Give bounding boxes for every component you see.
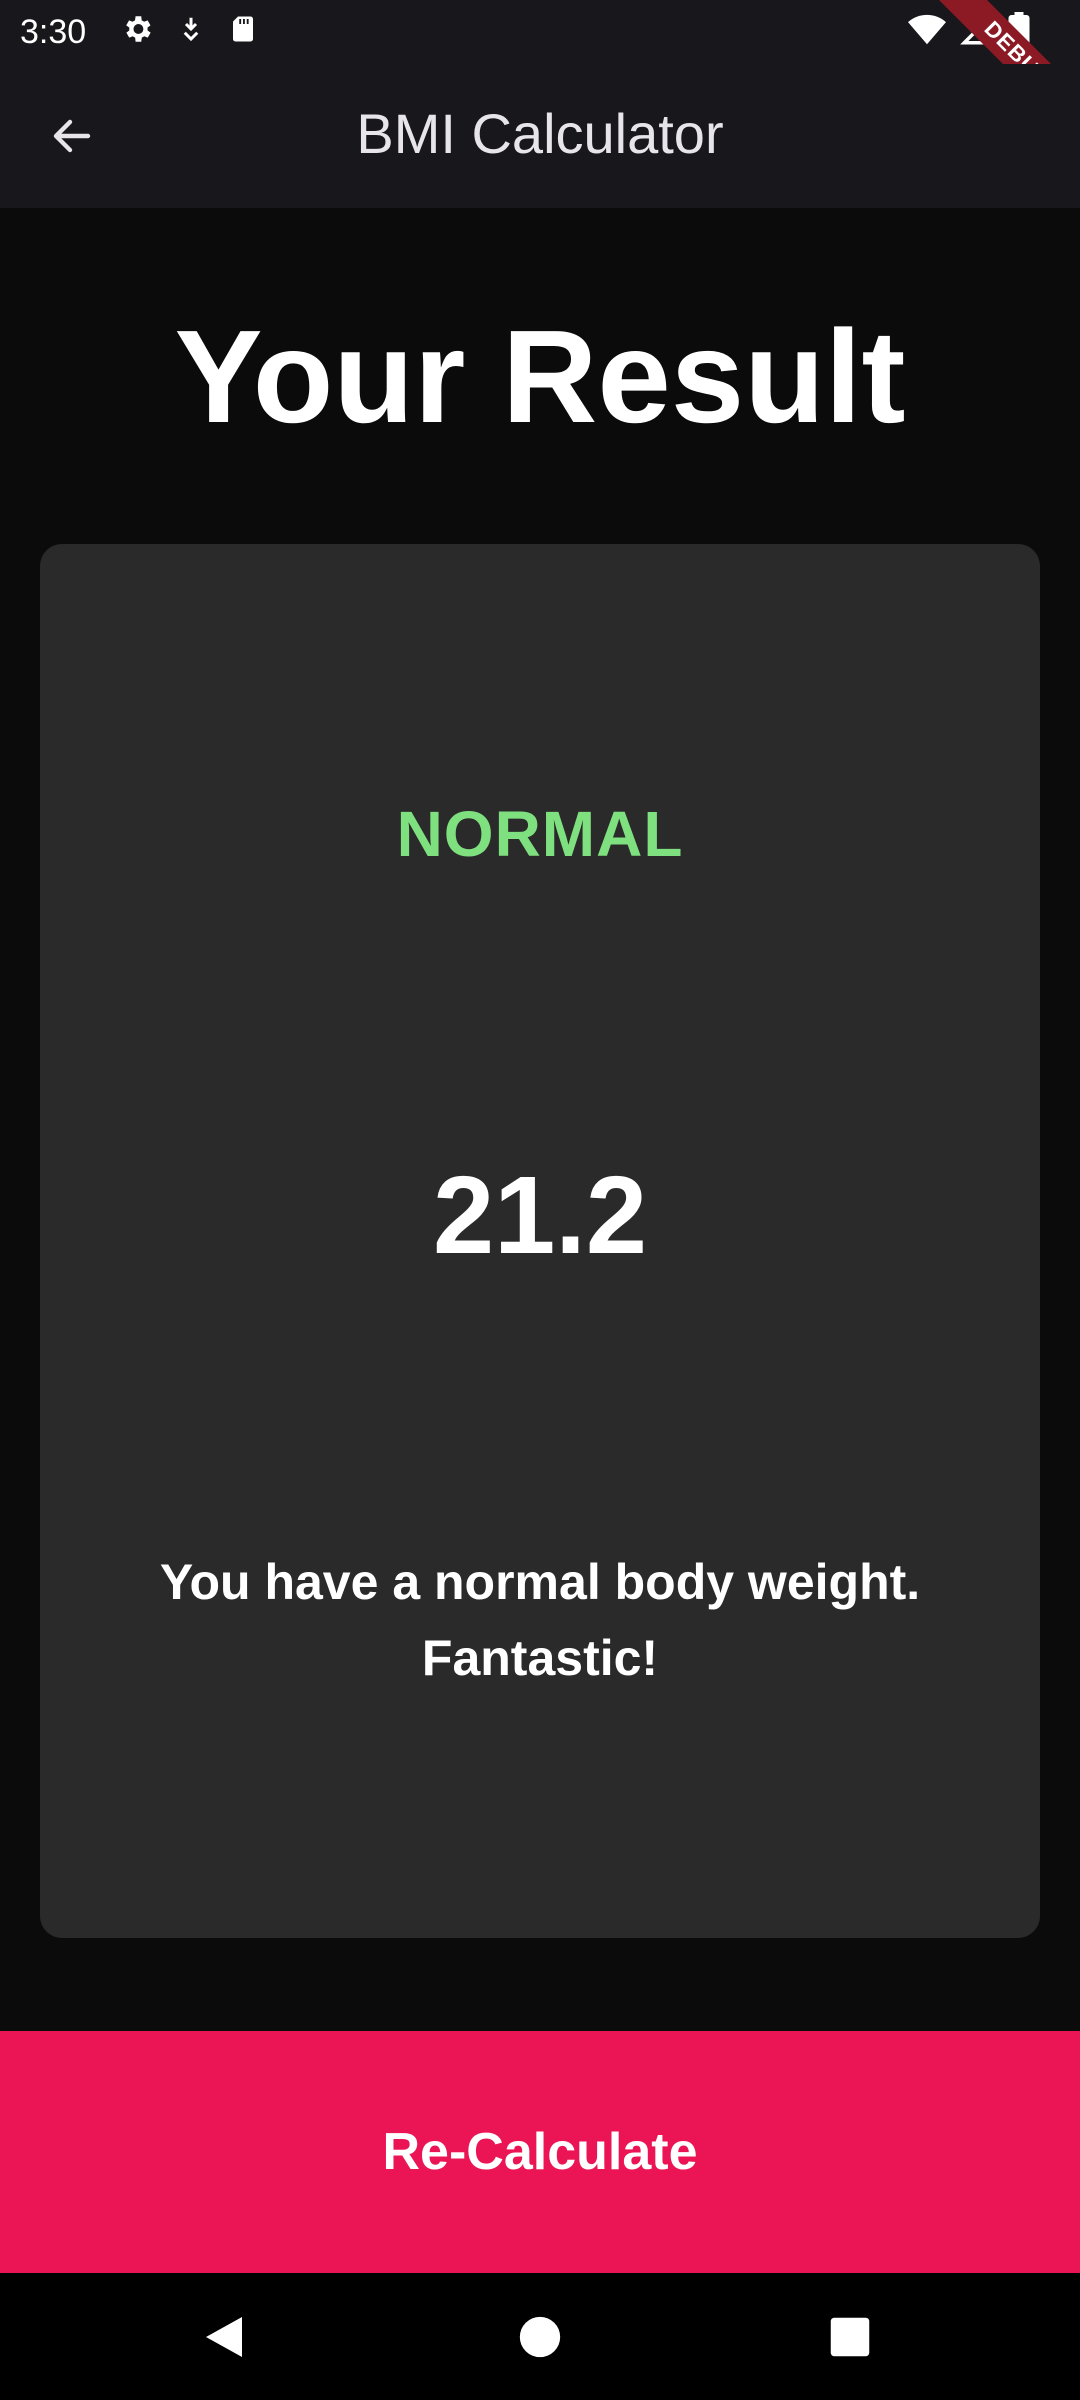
bmi-result-screen: 3:30 DEBUG BMI Calculator Your Result NO… xyxy=(0,0,1080,2400)
app-bar-title: BMI Calculator xyxy=(356,102,724,165)
bmi-status-label: NORMAL xyxy=(396,798,684,870)
status-icons-right xyxy=(908,12,1030,48)
page-title: Your Result xyxy=(174,303,906,450)
app-bar: BMI Calculator xyxy=(0,64,1080,208)
nav-home-button[interactable] xyxy=(506,2303,574,2371)
recalculate-button[interactable]: Re-Calculate xyxy=(0,2031,1080,2273)
signal-icon xyxy=(960,13,994,47)
nav-recents-button[interactable] xyxy=(816,2303,884,2371)
download-icon xyxy=(176,12,206,46)
home-circle-icon xyxy=(518,2315,562,2359)
status-icons-left xyxy=(120,12,258,46)
settings-icon xyxy=(120,12,154,46)
bmi-message: You have a normal body weight. Fantastic… xyxy=(159,1554,921,1686)
status-bar: 3:30 xyxy=(0,0,1080,64)
bmi-value: 21.2 xyxy=(432,1154,648,1277)
recents-square-icon xyxy=(829,2316,871,2358)
status-time: 3:30 xyxy=(20,13,87,51)
sd-card-icon xyxy=(228,12,258,46)
back-triangle-icon xyxy=(202,2313,246,2361)
nav-back-button[interactable] xyxy=(190,2303,258,2371)
result-card: NORMAL 21.2 You have a normal body weigh… xyxy=(40,544,1040,1938)
system-nav-bar xyxy=(0,2273,1080,2400)
battery-icon xyxy=(1008,12,1030,48)
recalculate-button-label: Re-Calculate xyxy=(382,2123,698,2181)
wifi-icon xyxy=(908,13,946,47)
